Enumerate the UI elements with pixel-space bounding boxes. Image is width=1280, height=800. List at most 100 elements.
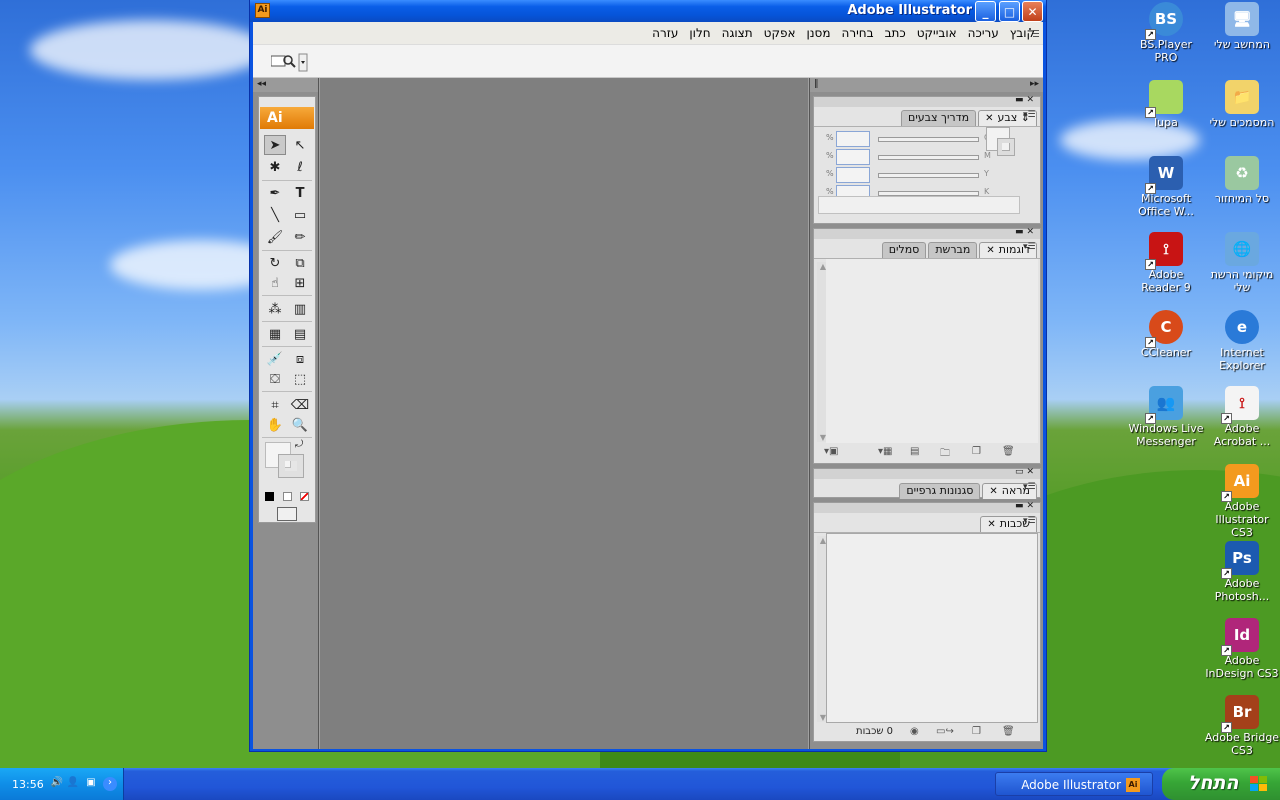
panel-controls-icon[interactable]: ▬✕ (1015, 95, 1037, 105)
desktop-icon-messenger[interactable]: 👥 ↗ Windows Live Messenger (1128, 386, 1204, 448)
pencil-tool-icon[interactable]: ✏ (289, 227, 311, 247)
line-tool-icon[interactable]: ╲ (264, 205, 286, 225)
desktop-icon-network-places[interactable]: 🌐 מיקומי הרשת שלי (1204, 232, 1280, 294)
dock-grip-icon[interactable]: ‖ (814, 79, 819, 89)
magenta-value-field[interactable] (836, 149, 870, 165)
delete-swatch-icon[interactable]: 🗑 (1002, 446, 1015, 457)
minimize-button[interactable]: _ (975, 1, 996, 22)
make-clipping-mask-icon[interactable]: ◉ (910, 726, 919, 737)
panel-controls-icon[interactable]: ▬✕ (1015, 227, 1037, 237)
desktop-icon-bridge[interactable]: Br ↗ Adobe Bridge CS3 (1204, 695, 1280, 757)
live-paint-selection-tool-icon[interactable]: ⬚ (289, 369, 311, 389)
start-button[interactable]: התחל (1162, 768, 1280, 800)
new-sublayer-icon[interactable]: ↪▭ (936, 726, 954, 737)
magic-wand-tool-icon[interactable]: ✱ (264, 157, 286, 177)
panel-controls-icon[interactable]: ▭✕ (1015, 467, 1037, 477)
panel-controls-icon[interactable]: ▬✕ (1015, 501, 1037, 511)
desktop-icon-indesign[interactable]: Id ↗ Adobe InDesign CS3 (1204, 618, 1280, 680)
menu-help[interactable]: עזרה (652, 26, 678, 40)
graph-tool-icon[interactable]: ▥ (289, 299, 311, 319)
yellow-slider-track[interactable] (878, 173, 979, 178)
rectangle-tool-icon[interactable]: ▭ (289, 205, 311, 225)
panel-header[interactable]: ▬✕ (814, 95, 1040, 107)
menu-window[interactable]: חלון (689, 26, 710, 40)
new-layer-icon[interactable]: ❐ (972, 726, 981, 737)
yellow-value-field[interactable] (836, 167, 870, 183)
network-tray-icon[interactable]: ▣ (84, 777, 98, 791)
tab-color-guide[interactable]: מדריך צבעים (901, 110, 977, 126)
close-tab-icon[interactable]: ✕ (985, 113, 993, 124)
magenta-slider-track[interactable] (878, 155, 979, 160)
close-tab-icon[interactable]: ✕ (987, 519, 995, 530)
expand-icon[interactable]: ▸▸ (1030, 79, 1039, 89)
type-tool-icon[interactable]: T (289, 183, 311, 203)
maximize-button[interactable]: □ (999, 1, 1020, 22)
cyan-slider-track[interactable] (878, 137, 979, 142)
desktop-icon-bsplayer[interactable]: BS ↗ BS.Player PRO (1128, 2, 1204, 64)
color-spectrum-bar[interactable] (818, 196, 1020, 214)
stroke-preview[interactable] (997, 138, 1015, 156)
none-mode-icon[interactable] (300, 492, 309, 501)
title-bar[interactable]: Ai Adobe Illustrator _ □ ✕ (250, 0, 1046, 22)
menu-select[interactable]: בחירה (842, 26, 874, 40)
clock[interactable]: 13:56 (12, 778, 44, 791)
desktop-icon-my-documents[interactable]: 📁 המסמכים שלי (1204, 80, 1280, 129)
tab-symbols[interactable]: סמלים (881, 242, 927, 258)
desktop-icon-photoshop[interactable]: Ps ↗ Adobe Photosh... (1204, 541, 1280, 603)
go-to-bridge-button[interactable] (271, 53, 309, 73)
swap-fill-stroke-icon[interactable]: ⤾ (292, 437, 306, 451)
desktop-icon-acrobat[interactable]: ⟟ ↗ Adobe Acrobat ... (1204, 386, 1280, 448)
menu-view[interactable]: תצוגה (722, 26, 753, 40)
new-color-group-icon[interactable]: 🗀 (940, 446, 950, 463)
collapse-icon[interactable]: ◂◂ (257, 79, 266, 89)
symbol-sprayer-tool-icon[interactable]: ⁂ (264, 299, 286, 319)
taskbar-button-illustrator[interactable]: Adobe Illustrator Ai (995, 772, 1153, 796)
cyan-value-field[interactable] (836, 131, 870, 147)
crop-area-tool-icon[interactable]: ⌗ (264, 395, 286, 415)
live-paint-bucket-tool-icon[interactable]: ⛋ (264, 369, 286, 389)
menu-type[interactable]: כתב (885, 26, 906, 40)
panel-menu-icon[interactable]: ▾☰ (1023, 110, 1037, 122)
pen-tool-icon[interactable]: ✒ (264, 183, 286, 203)
close-tab-icon[interactable]: ✕ (986, 245, 994, 256)
app-icon[interactable]: Ai (255, 3, 270, 18)
slider-magenta[interactable]: % M (826, 149, 1026, 165)
swatch-libraries-icon[interactable]: ▣▾ (824, 446, 838, 457)
panel-menu-icon[interactable]: ▾☰ (1023, 516, 1037, 528)
messenger-tray-icon[interactable]: 👤 (66, 777, 80, 791)
tools-dock-header[interactable]: ◂◂ (253, 78, 318, 92)
blend-tool-icon[interactable]: ⧈ (289, 349, 311, 369)
eraser-tool-icon[interactable]: ⌫ (289, 395, 311, 415)
color-mode-icon[interactable] (265, 492, 274, 501)
swatch-options-icon[interactable]: ▤ (910, 446, 919, 457)
new-swatch-icon[interactable]: ❐ (972, 446, 981, 457)
rotate-tool-icon[interactable]: ↻ (264, 253, 286, 273)
panels-dock-header[interactable]: ▸▸ ‖ (810, 78, 1043, 92)
delete-layer-icon[interactable]: 🗑 (1002, 726, 1015, 737)
close-button[interactable]: ✕ (1022, 1, 1043, 22)
panel-header[interactable]: ▬✕ (814, 501, 1040, 513)
show-swatch-kinds-icon[interactable]: ▦▾ (878, 446, 892, 457)
slider-yellow[interactable]: % Y (826, 167, 1026, 183)
eyedropper-tool-icon[interactable]: 💉 (264, 349, 286, 369)
desktop-icon-recycle-bin[interactable]: ♻ סל המיחזור (1204, 156, 1280, 205)
desktop-icon-internet-explorer[interactable]: e Internet Explorer (1204, 310, 1280, 372)
expand-tray-icon[interactable]: › (103, 777, 117, 791)
lasso-tool-icon[interactable]: ℓ (289, 157, 311, 177)
layers-list[interactable] (826, 533, 1038, 723)
canvas-area[interactable] (320, 78, 808, 749)
volume-icon[interactable]: 🔊 (50, 777, 64, 791)
desktop-icon-my-computer[interactable]: 🖥 המחשב שלי (1204, 2, 1280, 51)
menu-edit[interactable]: עריכה (968, 26, 999, 40)
desktop-icon-adobe-reader[interactable]: ⟟ ↗ Adobe Reader 9 (1128, 232, 1204, 294)
tab-graphic-styles[interactable]: סגנונות גרפיים (899, 483, 981, 499)
screen-mode-icon[interactable] (277, 507, 297, 521)
swatches-list[interactable] (826, 259, 1038, 443)
desktop-icon-illustrator[interactable]: Ai ↗ Adobe Illustrator CS3 (1204, 464, 1280, 539)
warp-tool-icon[interactable]: ☝ (264, 273, 286, 293)
scale-tool-icon[interactable]: ⧉ (289, 253, 311, 273)
menu-filter[interactable]: מסנן (806, 26, 830, 40)
desktop-icon-word[interactable]: W ↗ Microsoft Office W... (1128, 156, 1204, 218)
stroke-swatch[interactable] (278, 454, 304, 478)
desktop-icon-lupa[interactable]: ↗ lupa (1128, 80, 1204, 129)
